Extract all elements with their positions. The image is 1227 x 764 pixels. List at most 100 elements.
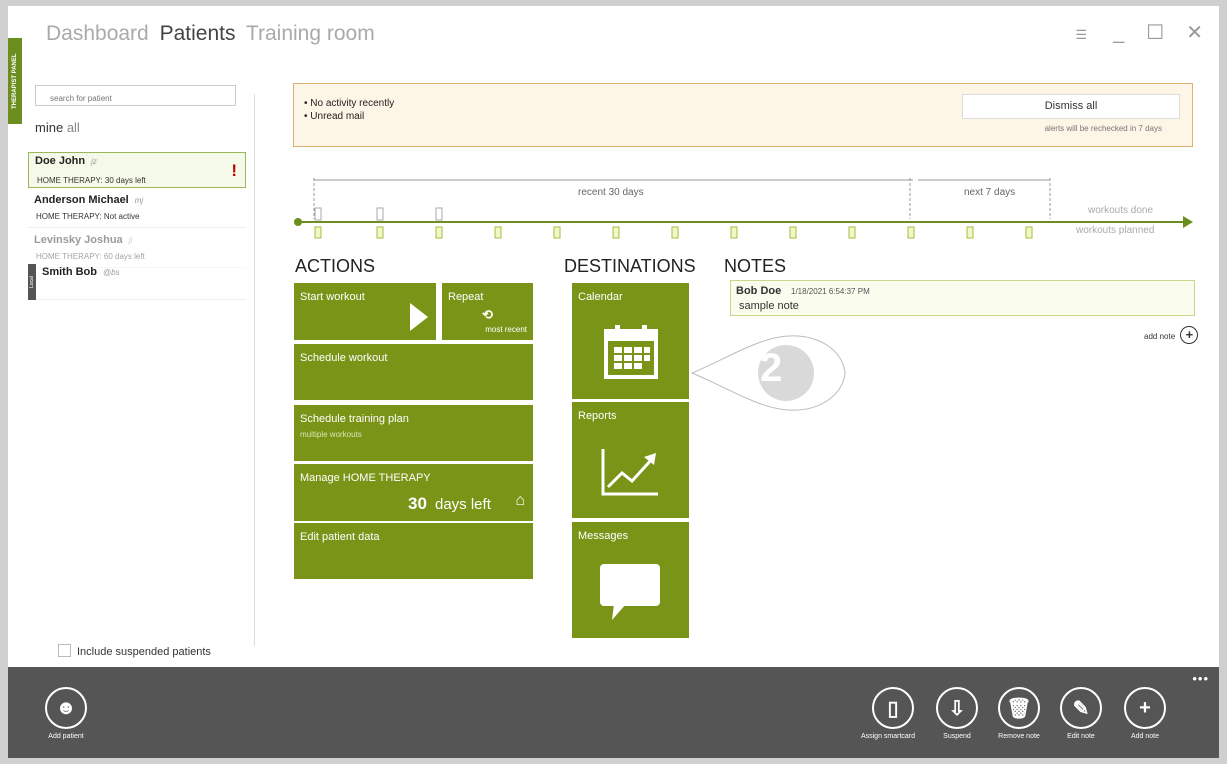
actions-heading: ACTIONS xyxy=(295,256,376,276)
patient-item[interactable]: Local Smith Bob @bs xyxy=(28,264,246,300)
patient-initials: jz xyxy=(91,157,97,166)
add-icon: + xyxy=(1180,326,1199,344)
button-label: Suspend xyxy=(943,733,971,740)
trash-icon: 🗑 xyxy=(998,687,1040,729)
workout-timeline xyxy=(294,178,1193,239)
button-label: Add patient xyxy=(48,733,84,740)
button-label: Add note xyxy=(1130,733,1160,740)
calendar-tile[interactable]: Calendar xyxy=(572,283,689,399)
patient-name: Anderson Michael xyxy=(34,194,129,206)
repeat-tile[interactable]: Repeat ⟲ most recent xyxy=(442,283,533,340)
callout-number: 2 xyxy=(760,346,783,390)
patient-name: Levinsky Joshua xyxy=(34,234,123,246)
patient-filter: mine all xyxy=(35,120,80,135)
tile-subtitle: multiple workouts xyxy=(300,430,362,439)
reports-tile[interactable]: Reports xyxy=(572,402,689,518)
filter-all[interactable]: all xyxy=(67,120,80,135)
patient-name: Doe John xyxy=(35,155,86,167)
suspend-icon: ⇩ xyxy=(936,687,978,729)
main-nav: Dashboard Patients Training room xyxy=(46,22,380,46)
note-date: 1/18/2021 6:54:37 PM xyxy=(791,287,870,296)
note-item[interactable]: Bob Doe 1/18/2021 6:54:37 PM sample note xyxy=(730,280,1195,316)
add-patient-button[interactable]: ☻ Add patient xyxy=(41,687,91,740)
alert-line: • Unread mail xyxy=(304,111,365,122)
smartcard-icon: ▯ xyxy=(872,687,914,729)
timeline-planned-markers xyxy=(314,226,1033,239)
schedule-plan-tile[interactable]: Schedule training plan multiple workouts xyxy=(294,405,533,461)
alert-line: • No activity recently xyxy=(304,98,395,109)
minimize-icon[interactable]: _ xyxy=(1113,22,1124,44)
alerts-panel: • No activity recently • Unread mail Dis… xyxy=(293,83,1193,147)
note-author: Bob Doe xyxy=(736,285,782,297)
patient-initials: @bs xyxy=(103,268,120,277)
patient-name: Smith Bob xyxy=(42,266,97,278)
divider xyxy=(254,94,255,646)
edit-note-button[interactable]: ✎ Edit note xyxy=(1056,687,1106,740)
tile-label: Reports xyxy=(578,410,617,422)
add-note-link[interactable]: add note + xyxy=(1144,326,1199,344)
add-note-button[interactable]: + Add note xyxy=(1120,687,1170,740)
app-window: THERAPIST PANEL Dashboard Patients Train… xyxy=(8,6,1219,758)
home-icon: ⌂ xyxy=(515,492,525,509)
tab-patients[interactable]: Patients xyxy=(160,22,236,45)
patient-item[interactable]: Doe John jz HOME THERAPY: 30 days left ! xyxy=(28,152,246,188)
alert-icon: ! xyxy=(231,161,237,180)
tile-label: Manage HOME THERAPY xyxy=(300,472,431,484)
manage-home-therapy-tile[interactable]: Manage HOME THERAPY 30 days left ⌂ xyxy=(294,464,533,521)
recheck-note: alerts will be rechecked in 7 days xyxy=(1044,124,1162,133)
start-workout-tile[interactable]: Start workout xyxy=(294,283,436,340)
suspend-button[interactable]: ⇩ Suspend xyxy=(932,687,982,740)
days-left-value: 30 xyxy=(408,494,427,513)
calendar-icon xyxy=(604,325,658,379)
maximize-icon[interactable]: ☐ xyxy=(1146,22,1164,44)
settings-icon[interactable]: ☰ xyxy=(1076,27,1088,42)
add-user-icon: ☻ xyxy=(45,687,87,729)
button-label: Remove note xyxy=(998,733,1040,740)
tab-training-room[interactable]: Training room xyxy=(246,22,375,45)
tile-label: Messages xyxy=(578,530,629,542)
chat-icon xyxy=(600,564,660,620)
patient-item[interactable]: Anderson Michael mj HOME THERAPY: Not act… xyxy=(28,192,246,228)
timeline-recent-label: recent 30 days xyxy=(578,187,644,198)
plus-icon: + xyxy=(1124,687,1166,729)
filter-mine[interactable]: mine xyxy=(35,120,63,135)
more-icon[interactable]: ••• xyxy=(1192,671,1209,686)
patient-status: HOME THERAPY: 30 days left xyxy=(37,176,146,185)
repeat-subtitle: most recent xyxy=(485,325,527,334)
patient-initials: jl xyxy=(128,236,133,245)
assign-smartcard-button[interactable]: ▯ Assign smartcard xyxy=(861,687,918,740)
add-note-label: add note xyxy=(1144,332,1176,341)
workouts-planned-label: workouts planned xyxy=(1076,225,1155,236)
patient-status: HOME THERAPY: Not active xyxy=(36,212,140,221)
tile-label: Repeat xyxy=(448,291,484,303)
timeline-next-label: next 7 days xyxy=(964,187,1016,198)
destinations-heading: DESTINATIONS xyxy=(564,256,696,276)
bottom-toolbar: ••• ☻ Add patient ▯ Assign smartcard ⇩ Susp… xyxy=(8,667,1219,758)
local-badge: Local xyxy=(28,264,36,300)
tile-label: Schedule workout xyxy=(300,352,388,364)
checkbox[interactable] xyxy=(58,644,71,657)
play-icon xyxy=(410,303,428,331)
days-left-label: days left xyxy=(435,496,491,513)
note-text: sample note xyxy=(739,300,799,312)
messages-tile[interactable]: Messages xyxy=(572,522,689,638)
schedule-workout-tile[interactable]: Schedule workout xyxy=(294,344,533,400)
dismiss-all-button[interactable]: Dismiss all xyxy=(962,94,1180,119)
tile-label: Start workout xyxy=(300,291,365,303)
workouts-done-label: workouts done xyxy=(1088,205,1154,216)
search-input[interactable] xyxy=(35,85,236,106)
tile-label: Schedule training plan xyxy=(300,413,409,425)
edit-patient-tile[interactable]: Edit patient data xyxy=(294,523,533,579)
close-icon[interactable]: ✕ xyxy=(1186,22,1203,44)
button-label: Assign smartcard xyxy=(860,733,916,740)
tab-dashboard[interactable]: Dashboard xyxy=(46,22,149,45)
button-label: Edit note xyxy=(1067,733,1095,740)
patient-status: HOME THERAPY: 60 days left xyxy=(36,252,145,261)
patient-initials: mj xyxy=(134,196,144,205)
therapist-panel-tab[interactable]: THERAPIST PANEL xyxy=(8,38,22,124)
refresh-icon: ⟲ xyxy=(482,307,493,322)
remove-note-button[interactable]: 🗑 Remove note xyxy=(994,687,1044,740)
include-suspended-checkbox[interactable]: Include suspended patients xyxy=(58,644,211,658)
patient-item[interactable]: Levinsky Joshua jl HOME THERAPY: 60 days … xyxy=(28,232,246,268)
checkbox-label: Include suspended patients xyxy=(77,646,211,658)
